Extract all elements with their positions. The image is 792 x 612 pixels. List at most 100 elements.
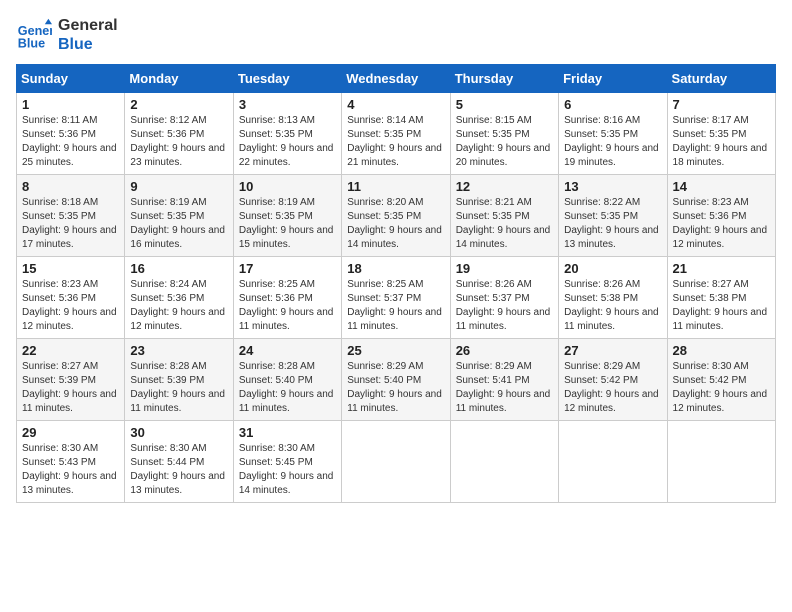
weekday-header-friday: Friday <box>559 65 667 93</box>
cell-info: Sunrise: 8:30 AMSunset: 5:42 PMDaylight:… <box>673 361 768 414</box>
day-number: 19 <box>456 261 553 276</box>
weekday-header-wednesday: Wednesday <box>342 65 450 93</box>
cell-info: Sunrise: 8:23 AMSunset: 5:36 PMDaylight:… <box>22 279 117 332</box>
day-number: 12 <box>456 179 553 194</box>
cell-info: Sunrise: 8:15 AMSunset: 5:35 PMDaylight:… <box>456 115 551 168</box>
day-number: 7 <box>673 97 770 112</box>
day-number: 21 <box>673 261 770 276</box>
cell-info: Sunrise: 8:11 AMSunset: 5:36 PMDaylight:… <box>22 115 117 168</box>
day-number: 5 <box>456 97 553 112</box>
cell-info: Sunrise: 8:26 AMSunset: 5:37 PMDaylight:… <box>456 279 551 332</box>
day-number: 15 <box>22 261 119 276</box>
day-number: 16 <box>130 261 227 276</box>
cell-info: Sunrise: 8:26 AMSunset: 5:38 PMDaylight:… <box>564 279 659 332</box>
calendar-cell: 8 Sunrise: 8:18 AMSunset: 5:35 PMDayligh… <box>17 175 125 257</box>
cell-info: Sunrise: 8:30 AMSunset: 5:44 PMDaylight:… <box>130 443 225 496</box>
calendar-cell: 3 Sunrise: 8:13 AMSunset: 5:35 PMDayligh… <box>233 93 341 175</box>
calendar-cell: 29 Sunrise: 8:30 AMSunset: 5:43 PMDaylig… <box>17 421 125 503</box>
logo-text: GeneralBlue <box>58 16 118 54</box>
day-number: 28 <box>673 343 770 358</box>
day-number: 2 <box>130 97 227 112</box>
calendar-week-row: 1 Sunrise: 8:11 AMSunset: 5:36 PMDayligh… <box>17 93 776 175</box>
calendar-cell: 2 Sunrise: 8:12 AMSunset: 5:36 PMDayligh… <box>125 93 233 175</box>
day-number: 23 <box>130 343 227 358</box>
cell-info: Sunrise: 8:27 AMSunset: 5:38 PMDaylight:… <box>673 279 768 332</box>
cell-info: Sunrise: 8:22 AMSunset: 5:35 PMDaylight:… <box>564 197 659 250</box>
day-number: 24 <box>239 343 336 358</box>
weekday-header-monday: Monday <box>125 65 233 93</box>
calendar-cell: 17 Sunrise: 8:25 AMSunset: 5:36 PMDaylig… <box>233 257 341 339</box>
day-number: 9 <box>130 179 227 194</box>
calendar-cell: 16 Sunrise: 8:24 AMSunset: 5:36 PMDaylig… <box>125 257 233 339</box>
cell-info: Sunrise: 8:21 AMSunset: 5:35 PMDaylight:… <box>456 197 551 250</box>
page-header: General Blue GeneralBlue <box>16 16 776 54</box>
calendar-cell: 1 Sunrise: 8:11 AMSunset: 5:36 PMDayligh… <box>17 93 125 175</box>
calendar-cell: 14 Sunrise: 8:23 AMSunset: 5:36 PMDaylig… <box>667 175 775 257</box>
day-number: 6 <box>564 97 661 112</box>
cell-info: Sunrise: 8:30 AMSunset: 5:45 PMDaylight:… <box>239 443 334 496</box>
day-number: 3 <box>239 97 336 112</box>
day-number: 25 <box>347 343 444 358</box>
calendar-cell: 31 Sunrise: 8:30 AMSunset: 5:45 PMDaylig… <box>233 421 341 503</box>
cell-info: Sunrise: 8:19 AMSunset: 5:35 PMDaylight:… <box>239 197 334 250</box>
day-number: 14 <box>673 179 770 194</box>
calendar-week-row: 8 Sunrise: 8:18 AMSunset: 5:35 PMDayligh… <box>17 175 776 257</box>
calendar-cell: 7 Sunrise: 8:17 AMSunset: 5:35 PMDayligh… <box>667 93 775 175</box>
cell-info: Sunrise: 8:29 AMSunset: 5:40 PMDaylight:… <box>347 361 442 414</box>
calendar-cell: 22 Sunrise: 8:27 AMSunset: 5:39 PMDaylig… <box>17 339 125 421</box>
calendar-cell <box>450 421 558 503</box>
day-number: 10 <box>239 179 336 194</box>
day-number: 22 <box>22 343 119 358</box>
day-number: 26 <box>456 343 553 358</box>
cell-info: Sunrise: 8:12 AMSunset: 5:36 PMDaylight:… <box>130 115 225 168</box>
day-number: 8 <box>22 179 119 194</box>
weekday-header-thursday: Thursday <box>450 65 558 93</box>
day-number: 1 <box>22 97 119 112</box>
day-number: 17 <box>239 261 336 276</box>
calendar-cell: 19 Sunrise: 8:26 AMSunset: 5:37 PMDaylig… <box>450 257 558 339</box>
cell-info: Sunrise: 8:23 AMSunset: 5:36 PMDaylight:… <box>673 197 768 250</box>
weekday-header-sunday: Sunday <box>17 65 125 93</box>
calendar-cell: 11 Sunrise: 8:20 AMSunset: 5:35 PMDaylig… <box>342 175 450 257</box>
day-number: 31 <box>239 425 336 440</box>
calendar-cell: 27 Sunrise: 8:29 AMSunset: 5:42 PMDaylig… <box>559 339 667 421</box>
calendar-cell: 18 Sunrise: 8:25 AMSunset: 5:37 PMDaylig… <box>342 257 450 339</box>
cell-info: Sunrise: 8:13 AMSunset: 5:35 PMDaylight:… <box>239 115 334 168</box>
cell-info: Sunrise: 8:16 AMSunset: 5:35 PMDaylight:… <box>564 115 659 168</box>
day-number: 30 <box>130 425 227 440</box>
cell-info: Sunrise: 8:19 AMSunset: 5:35 PMDaylight:… <box>130 197 225 250</box>
cell-info: Sunrise: 8:29 AMSunset: 5:41 PMDaylight:… <box>456 361 551 414</box>
calendar-cell: 24 Sunrise: 8:28 AMSunset: 5:40 PMDaylig… <box>233 339 341 421</box>
weekday-header-saturday: Saturday <box>667 65 775 93</box>
calendar-cell: 21 Sunrise: 8:27 AMSunset: 5:38 PMDaylig… <box>667 257 775 339</box>
weekday-header-tuesday: Tuesday <box>233 65 341 93</box>
logo-icon: General Blue <box>16 17 52 53</box>
calendar-cell: 15 Sunrise: 8:23 AMSunset: 5:36 PMDaylig… <box>17 257 125 339</box>
cell-info: Sunrise: 8:14 AMSunset: 5:35 PMDaylight:… <box>347 115 442 168</box>
cell-info: Sunrise: 8:28 AMSunset: 5:40 PMDaylight:… <box>239 361 334 414</box>
calendar-cell: 4 Sunrise: 8:14 AMSunset: 5:35 PMDayligh… <box>342 93 450 175</box>
cell-info: Sunrise: 8:25 AMSunset: 5:36 PMDaylight:… <box>239 279 334 332</box>
calendar-cell: 5 Sunrise: 8:15 AMSunset: 5:35 PMDayligh… <box>450 93 558 175</box>
cell-info: Sunrise: 8:17 AMSunset: 5:35 PMDaylight:… <box>673 115 768 168</box>
calendar-cell: 20 Sunrise: 8:26 AMSunset: 5:38 PMDaylig… <box>559 257 667 339</box>
day-number: 27 <box>564 343 661 358</box>
day-number: 4 <box>347 97 444 112</box>
cell-info: Sunrise: 8:28 AMSunset: 5:39 PMDaylight:… <box>130 361 225 414</box>
calendar-week-row: 15 Sunrise: 8:23 AMSunset: 5:36 PMDaylig… <box>17 257 776 339</box>
logo: General Blue GeneralBlue <box>16 16 118 54</box>
calendar-cell <box>559 421 667 503</box>
cell-info: Sunrise: 8:20 AMSunset: 5:35 PMDaylight:… <box>347 197 442 250</box>
day-number: 11 <box>347 179 444 194</box>
calendar-cell: 26 Sunrise: 8:29 AMSunset: 5:41 PMDaylig… <box>450 339 558 421</box>
calendar-cell: 30 Sunrise: 8:30 AMSunset: 5:44 PMDaylig… <box>125 421 233 503</box>
cell-info: Sunrise: 8:30 AMSunset: 5:43 PMDaylight:… <box>22 443 117 496</box>
calendar-cell <box>342 421 450 503</box>
calendar-cell: 9 Sunrise: 8:19 AMSunset: 5:35 PMDayligh… <box>125 175 233 257</box>
calendar-cell: 6 Sunrise: 8:16 AMSunset: 5:35 PMDayligh… <box>559 93 667 175</box>
calendar-cell: 12 Sunrise: 8:21 AMSunset: 5:35 PMDaylig… <box>450 175 558 257</box>
calendar-cell: 10 Sunrise: 8:19 AMSunset: 5:35 PMDaylig… <box>233 175 341 257</box>
cell-info: Sunrise: 8:18 AMSunset: 5:35 PMDaylight:… <box>22 197 117 250</box>
cell-info: Sunrise: 8:27 AMSunset: 5:39 PMDaylight:… <box>22 361 117 414</box>
calendar-cell: 28 Sunrise: 8:30 AMSunset: 5:42 PMDaylig… <box>667 339 775 421</box>
